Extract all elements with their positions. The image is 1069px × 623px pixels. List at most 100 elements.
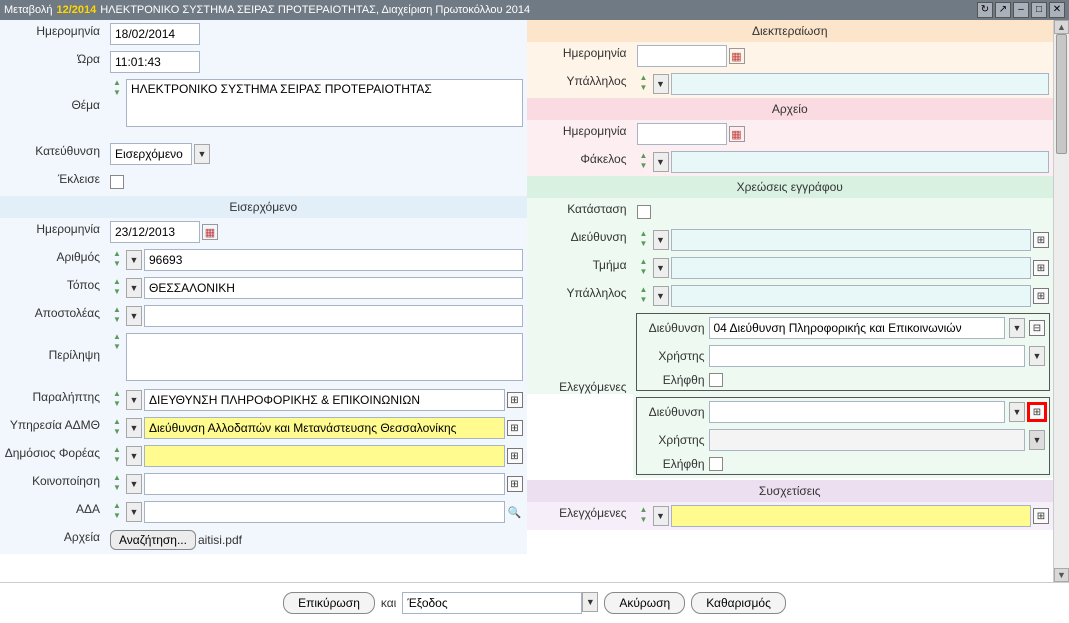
n1-remove-icon[interactable]: ⊟	[1029, 320, 1045, 336]
admth-spinner[interactable]: ▲▼	[110, 418, 124, 438]
exit-select[interactable]	[402, 592, 582, 614]
n1-dir-input[interactable]	[709, 317, 1006, 339]
scrollbar[interactable]: ▲ ▼	[1053, 20, 1069, 582]
n1-user-dd-icon[interactable]: ▼	[1029, 346, 1045, 366]
assoc-input[interactable]	[671, 505, 1032, 527]
scroll-thumb[interactable]	[1056, 34, 1067, 154]
ada-dd-icon[interactable]: ▼	[126, 502, 142, 522]
sender-input[interactable]	[144, 305, 523, 327]
search-icon[interactable]: 🔍	[507, 504, 523, 520]
maximize-icon[interactable]: □	[1031, 2, 1047, 18]
sender-dd-icon[interactable]: ▼	[126, 306, 142, 326]
ada-input[interactable]	[144, 501, 505, 523]
place-spinner[interactable]: ▲▼	[110, 278, 124, 298]
p-emp-dd-icon[interactable]: ▼	[653, 74, 669, 94]
place-input[interactable]	[144, 277, 523, 299]
in-date-input[interactable]	[110, 221, 200, 243]
number-dd-icon[interactable]: ▼	[126, 250, 142, 270]
calendar-icon[interactable]: ▦	[729, 126, 745, 142]
n1-user-input[interactable]	[709, 345, 1026, 367]
n2-user-dd-icon[interactable]: ▼	[1029, 430, 1045, 450]
a-folder-label: Φάκελος	[527, 148, 633, 176]
scroll-down-icon[interactable]: ▼	[1054, 568, 1069, 582]
time-label: Ώρα	[0, 48, 106, 76]
recipient-spinner[interactable]: ▲▼	[110, 390, 124, 410]
c-emp-expand-icon[interactable]: ⊞	[1033, 288, 1049, 304]
notify-spinner[interactable]: ▲▼	[110, 474, 124, 494]
public-expand-icon[interactable]: ⊞	[507, 448, 523, 464]
date-label: Ημερομηνία	[0, 20, 106, 48]
a-date-input[interactable]	[637, 123, 727, 145]
p-emp-spinner[interactable]: ▲▼	[637, 74, 651, 94]
assoc-dd-icon[interactable]: ▼	[653, 506, 669, 526]
public-dd-icon[interactable]: ▼	[126, 446, 142, 466]
assoc-expand-icon[interactable]: ⊞	[1033, 508, 1049, 524]
calendar-icon[interactable]: ▦	[202, 224, 218, 240]
admth-expand-icon[interactable]: ⊞	[507, 420, 523, 436]
assoc-spinner[interactable]: ▲▼	[637, 506, 651, 526]
calendar-icon[interactable]: ▦	[729, 48, 745, 64]
admth-input[interactable]	[144, 417, 505, 439]
recipient-dd-icon[interactable]: ▼	[126, 390, 142, 410]
scroll-up-icon[interactable]: ▲	[1054, 20, 1069, 34]
close-icon[interactable]: ✕	[1049, 2, 1065, 18]
c-dir-spinner[interactable]: ▲▼	[637, 230, 651, 250]
c-dept-dd-icon[interactable]: ▼	[653, 258, 669, 278]
notify-dd-icon[interactable]: ▼	[126, 474, 142, 494]
a-folder-dd-icon[interactable]: ▼	[653, 152, 669, 172]
summary-textarea[interactable]	[126, 333, 523, 381]
incoming-header: Εισερχόμενο	[0, 196, 527, 218]
date-input[interactable]	[110, 23, 200, 45]
closed-checkbox[interactable]	[110, 175, 124, 189]
time-input[interactable]	[110, 51, 200, 73]
subject-spinner[interactable]: ▲▼	[110, 79, 124, 99]
recipient-expand-icon[interactable]: ⊞	[507, 392, 523, 408]
c-dir-input[interactable]	[671, 229, 1032, 251]
browse-button[interactable]: Αναζήτηση...	[110, 530, 196, 550]
recipient-input[interactable]	[144, 389, 505, 411]
number-spinner[interactable]: ▲▼	[110, 250, 124, 270]
exit-dd-icon[interactable]: ▼	[582, 592, 598, 612]
ada-spinner[interactable]: ▲▼	[110, 502, 124, 522]
assoc-checked-label: Ελεγχόμενες	[527, 502, 633, 530]
place-dd-icon[interactable]: ▼	[126, 278, 142, 298]
notify-input[interactable]	[144, 473, 505, 495]
c-dept-spinner[interactable]: ▲▼	[637, 258, 651, 278]
public-spinner[interactable]: ▲▼	[110, 446, 124, 466]
clear-button[interactable]: Καθαρισμός	[691, 592, 786, 614]
direction-dropdown-icon[interactable]: ▼	[194, 144, 210, 164]
summary-spinner[interactable]: ▲▼	[110, 333, 124, 353]
number-input[interactable]	[144, 249, 523, 271]
p-date-input[interactable]	[637, 45, 727, 67]
c-emp-dd-icon[interactable]: ▼	[653, 286, 669, 306]
direction-select[interactable]	[110, 143, 192, 165]
n2-recv-checkbox[interactable]	[709, 457, 723, 471]
status-checkbox[interactable]	[637, 205, 651, 219]
p-emp-input[interactable]	[671, 73, 1050, 95]
c-emp-input[interactable]	[671, 285, 1032, 307]
n2-dir-dd-icon[interactable]: ▼	[1009, 402, 1025, 422]
n2-add-icon[interactable]: ⊞	[1029, 404, 1045, 420]
minimize-icon[interactable]: –	[1013, 2, 1029, 18]
public-input[interactable]	[144, 445, 505, 467]
c-emp-spinner[interactable]: ▲▼	[637, 286, 651, 306]
popout-icon[interactable]: ↗	[995, 2, 1011, 18]
a-folder-input[interactable]	[671, 151, 1050, 173]
c-dir-expand-icon[interactable]: ⊞	[1033, 232, 1049, 248]
n1-dir-dd-icon[interactable]: ▼	[1009, 318, 1025, 338]
refresh-icon[interactable]: ↻	[977, 2, 993, 18]
c-dept-input[interactable]	[671, 257, 1032, 279]
confirm-button[interactable]: Επικύρωση	[283, 592, 375, 614]
c-dir-dd-icon[interactable]: ▼	[653, 230, 669, 250]
notify-expand-icon[interactable]: ⊞	[507, 476, 523, 492]
admth-dd-icon[interactable]: ▼	[126, 418, 142, 438]
cancel-button[interactable]: Ακύρωση	[604, 592, 685, 614]
subject-textarea[interactable]: ΗΛΕΚΤΡΟΝΙΚΟ ΣΥΣΤΗΜΑ ΣΕΙΡΑΣ ΠΡΟΤΕΡΑΙΟΤΗΤΑ…	[126, 79, 523, 127]
a-folder-spinner[interactable]: ▲▼	[637, 152, 651, 172]
nested-box-2: Διεύθυνση ▼ ⊞ Χρήστης ▼ Ελήφθη	[636, 397, 1051, 475]
sender-spinner[interactable]: ▲▼	[110, 306, 124, 326]
n2-user-input[interactable]	[709, 429, 1026, 451]
n2-dir-input[interactable]	[709, 401, 1006, 423]
c-dept-expand-icon[interactable]: ⊞	[1033, 260, 1049, 276]
n1-recv-checkbox[interactable]	[709, 373, 723, 387]
